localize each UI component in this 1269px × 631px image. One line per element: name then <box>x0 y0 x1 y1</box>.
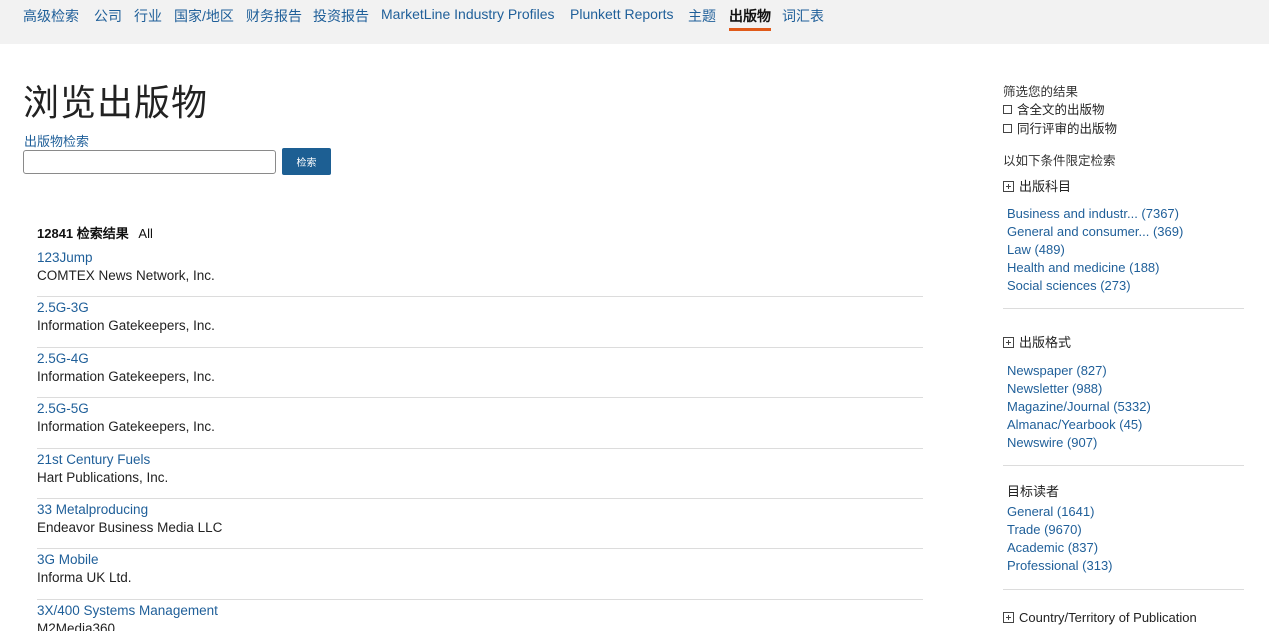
result-item: 123Jump COMTEX News Network, Inc. <box>37 247 923 298</box>
nav-publications[interactable]: 出版物 <box>729 6 771 31</box>
sidebar-divider <box>1003 308 1244 309</box>
result-publisher: Hart Publications, Inc. <box>37 469 169 485</box>
format-section-toggle[interactable]: 出版格式 <box>1003 332 1071 351</box>
nav-financial-reports[interactable]: 财务报告 <box>246 6 302 26</box>
facet-link[interactable]: Newspaper (827) <box>1007 362 1151 380</box>
facet-link[interactable]: General and consumer... (369) <box>1007 223 1183 241</box>
result-title-link[interactable]: 2.5G-3G <box>37 299 923 317</box>
subject-section-title: 出版科目 <box>1019 179 1072 194</box>
facet-link[interactable]: Trade (9670) <box>1007 521 1113 539</box>
refine-results-heading: 筛选您的结果 <box>1003 85 1079 99</box>
facet-link[interactable]: Social sciences (273) <box>1007 277 1183 295</box>
facet-link[interactable]: Newsletter (988) <box>1007 380 1151 398</box>
results-count-label: 检索结果 <box>76 226 129 241</box>
nav-investment-reports[interactable]: 投资报告 <box>313 6 369 26</box>
expand-plus-icon <box>1003 337 1014 348</box>
country-section-title: Country/Territory of Publication <box>1019 610 1197 625</box>
result-title-link[interactable]: 2.5G-4G <box>37 350 923 368</box>
facet-link[interactable]: Health and medicine (188) <box>1007 259 1183 277</box>
publication-search-input[interactable] <box>23 150 276 174</box>
result-item: 21st Century Fuels Hart Publications, In… <box>37 449 923 499</box>
country-section-toggle[interactable]: Country/Territory of Publication <box>1003 610 1197 625</box>
nav-marketline-industry-profiles[interactable]: MarketLine Industry Profiles <box>381 6 555 22</box>
result-publisher: Informa UK Ltd. <box>37 570 132 586</box>
result-title-link[interactable]: 21st Century Fuels <box>37 451 923 469</box>
result-title-link[interactable]: 123Jump <box>37 249 923 267</box>
result-publisher: Information Gatekeepers, Inc. <box>37 318 215 334</box>
expand-plus-icon <box>1003 181 1014 192</box>
result-publisher: Endeavor Business Media LLC <box>37 519 223 535</box>
nav-glossary[interactable]: 词汇表 <box>782 6 824 26</box>
peer-reviewed-label: 同行评审的出版物 <box>1017 122 1118 136</box>
result-item: 33 Metalproducing Endeavor Business Medi… <box>37 499 923 550</box>
facet-link[interactable]: Professional (313) <box>1007 557 1113 575</box>
nav-countries-regions[interactable]: 国家/地区 <box>174 6 234 26</box>
expand-plus-icon <box>1003 612 1014 623</box>
page-title: 浏览出版物 <box>23 83 209 124</box>
top-navigation: 高级检索 公司 行业 国家/地区 财务报告 投资报告 MarketLine In… <box>0 0 1269 44</box>
sidebar-divider <box>1003 589 1244 590</box>
nav-companies[interactable]: 公司 <box>94 6 122 26</box>
audience-section-title: 目标读者 <box>1007 484 1060 499</box>
sidebar-divider <box>1003 465 1244 466</box>
result-publisher: M2Media360 <box>37 620 116 631</box>
result-title-link[interactable]: 33 Metalproducing <box>37 501 923 519</box>
format-section-title: 出版格式 <box>1019 335 1072 350</box>
facet-link[interactable]: Newswire (907) <box>1007 434 1151 452</box>
checkbox-icon[interactable] <box>1003 124 1012 133</box>
result-publisher: Information Gatekeepers, Inc. <box>37 419 215 435</box>
result-item: 2.5G-3G Information Gatekeepers, Inc. <box>37 297 923 348</box>
result-item: 3X/400 Systems Management M2Media360 <box>37 600 923 631</box>
facet-link[interactable]: General (1641) <box>1007 503 1113 521</box>
search-button[interactable]: 检索 <box>282 148 331 175</box>
full-text-checkbox[interactable]: 含全文的出版物 <box>1003 99 1105 118</box>
result-title-link[interactable]: 2.5G-5G <box>37 400 923 418</box>
result-item: 2.5G-5G Information Gatekeepers, Inc. <box>37 398 923 449</box>
subject-section-toggle[interactable]: 出版科目 <box>1003 176 1071 195</box>
nav-advanced-search[interactable]: 高级检索 <box>23 6 79 26</box>
format-facet-list: Newspaper (827) Newsletter (988) Magazin… <box>1007 362 1151 452</box>
nav-plunkett-reports[interactable]: Plunkett Reports <box>570 6 674 22</box>
results-filter: All <box>138 226 153 241</box>
result-publisher: Information Gatekeepers, Inc. <box>37 368 215 384</box>
facet-link[interactable]: Academic (837) <box>1007 539 1113 557</box>
nav-topics[interactable]: 主题 <box>688 6 716 26</box>
facet-link[interactable]: Almanac/Yearbook (45) <box>1007 416 1151 434</box>
subject-facet-list: Business and industr... (7367) General a… <box>1007 205 1183 295</box>
limit-search-heading: 以如下条件限定检索 <box>1003 154 1116 168</box>
peer-reviewed-checkbox[interactable]: 同行评审的出版物 <box>1003 118 1117 137</box>
facet-link[interactable]: Law (489) <box>1007 241 1183 259</box>
results-list: 123Jump COMTEX News Network, Inc. 2.5G-3… <box>37 247 923 631</box>
result-item: 3G Mobile Informa UK Ltd. <box>37 549 923 600</box>
audience-facet-list: General (1641) Trade (9670) Academic (83… <box>1007 503 1113 575</box>
full-text-label: 含全文的出版物 <box>1017 103 1105 117</box>
result-title-link[interactable]: 3X/400 Systems Management <box>37 602 923 620</box>
facet-link[interactable]: Magazine/Journal (5332) <box>1007 398 1151 416</box>
publication-search-label: 出版物检索 <box>24 134 90 149</box>
checkbox-icon[interactable] <box>1003 105 1012 114</box>
nav-industries[interactable]: 行业 <box>134 6 162 26</box>
result-title-link[interactable]: 3G Mobile <box>37 551 923 569</box>
facet-link[interactable]: Business and industr... (7367) <box>1007 205 1183 223</box>
results-count: 12841 <box>37 226 74 241</box>
result-item: 2.5G-4G Information Gatekeepers, Inc. <box>37 348 923 399</box>
results-summary: 12841 检索结果 All <box>37 223 153 242</box>
result-publisher: COMTEX News Network, Inc. <box>37 268 215 283</box>
